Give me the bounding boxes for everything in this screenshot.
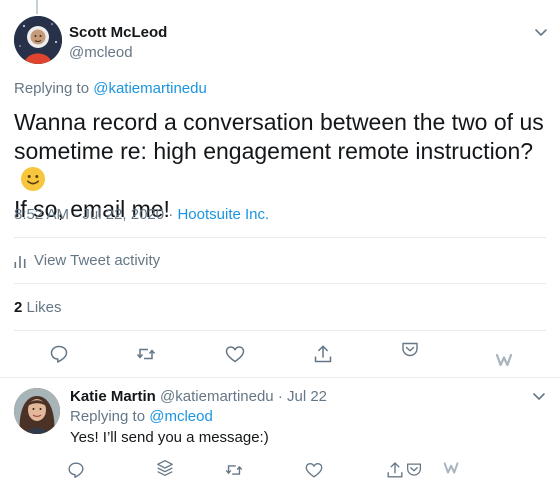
divider [14, 330, 546, 331]
avatar[interactable] [14, 388, 60, 434]
reply-tweet[interactable]: Katie Martin @katiemartinedu · Jul 22 Re… [0, 378, 560, 488]
thread-connector-line [36, 0, 38, 14]
likes-count[interactable]: 2 Likes [14, 299, 62, 316]
activity-label: View Tweet activity [34, 252, 161, 269]
reply-icon[interactable] [66, 460, 86, 480]
w-extension-icon[interactable] [442, 458, 462, 478]
reply-tweet-text: Yes! I’ll send you a message:) [70, 429, 269, 446]
reply-author-handle[interactable]: @katiemartinedu [160, 388, 274, 405]
author-name[interactable]: Scott McLeod [69, 24, 167, 41]
mention-link[interactable]: @mcleod [149, 408, 213, 425]
avatar[interactable] [14, 16, 62, 64]
replying-to: Replying to @katiemartinedu [14, 80, 207, 97]
pocket-icon[interactable] [399, 339, 421, 361]
smile-emoji-icon [21, 167, 45, 191]
tweet-action-bar [0, 342, 560, 371]
divider [14, 237, 546, 238]
view-tweet-activity[interactable]: View Tweet activity [14, 252, 160, 269]
heart-icon[interactable] [224, 343, 246, 365]
tweet-header: Scott McLeod @mcleod [14, 16, 548, 66]
likes-label: Likes [22, 299, 62, 316]
heart-icon[interactable] [304, 460, 324, 480]
reply-author-name[interactable]: Katie Martin [70, 388, 156, 405]
bar-chart-icon [14, 255, 26, 268]
tweet-text-line: sometime re: high engagement remote inst… [14, 137, 546, 195]
mention-link[interactable]: @katiemartinedu [93, 80, 207, 97]
reply-action-bar [0, 460, 560, 486]
reply-icon[interactable] [48, 343, 70, 365]
meta-separator: · [273, 388, 287, 405]
divider [14, 283, 546, 284]
reply-date[interactable]: Jul 22 [287, 388, 327, 405]
share-icon[interactable] [312, 343, 334, 365]
share-icon[interactable] [385, 460, 405, 480]
replying-to-label: Replying to [14, 80, 94, 97]
retweet-icon[interactable] [135, 343, 157, 365]
retweet-icon[interactable] [224, 460, 244, 480]
tweet-time[interactable]: 8:52 AM [14, 206, 69, 223]
w-extension-icon[interactable] [494, 349, 516, 371]
tweet-text-line: Wanna record a conversation between the … [14, 109, 544, 135]
replying-to: Replying to @mcleod [70, 408, 213, 425]
tweet-meta: 8:52 AM · Jul 22, 2020 · Hootsuite Inc. [14, 206, 269, 223]
chevron-down-icon[interactable] [534, 28, 548, 38]
tweet-date[interactable]: Jul 22, 2020 [82, 206, 164, 223]
meta-separator: · [69, 206, 83, 223]
meta-separator: · [164, 206, 178, 223]
chevron-down-icon[interactable] [532, 392, 546, 402]
tweet-source-link[interactable]: Hootsuite Inc. [177, 206, 269, 223]
layers-icon[interactable] [155, 458, 175, 478]
author-handle[interactable]: @mcleod [69, 44, 133, 61]
replying-to-label: Replying to [70, 408, 150, 425]
reply-author-line: Katie Martin @katiemartinedu · Jul 22 [70, 388, 327, 405]
tweet-text-segment: sometime re: high engagement remote inst… [14, 138, 534, 164]
pocket-icon[interactable] [404, 460, 424, 480]
